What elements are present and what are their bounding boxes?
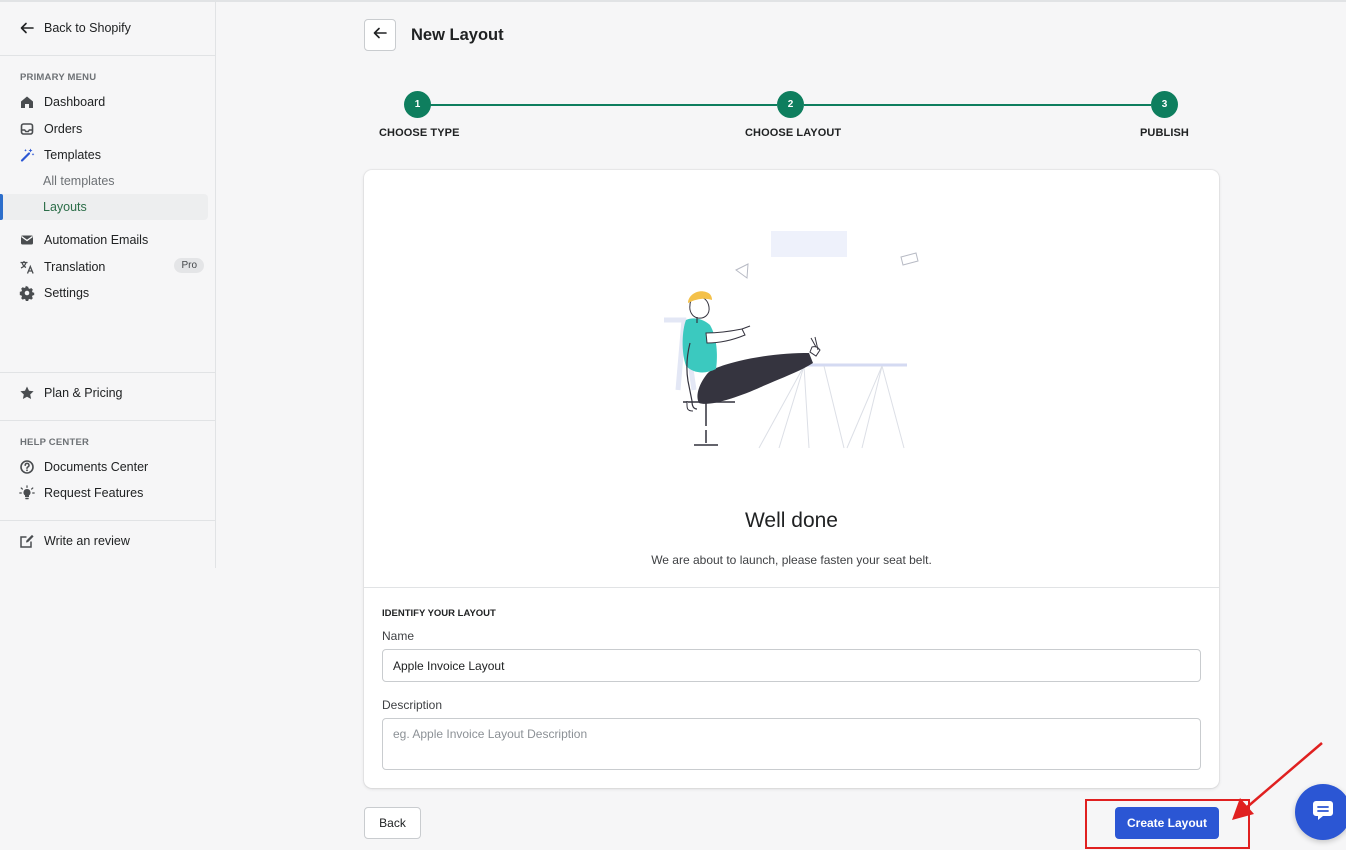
step-2-label: CHOOSE LAYOUT <box>745 127 842 139</box>
sidebar-item-templates[interactable]: Templates <box>0 142 215 168</box>
inbox-icon <box>18 120 36 138</box>
pro-badge: Pro <box>174 258 204 273</box>
back-to-shopify-label: Back to Shopify <box>44 21 131 35</box>
step-1-label: CHOOSE TYPE <box>379 127 460 139</box>
question-circle-icon <box>18 458 36 476</box>
sidebar-item-request-features[interactable]: Request Features <box>0 480 215 506</box>
arrow-left-icon <box>372 25 388 46</box>
sidebar-item-label: Documents Center <box>44 460 149 474</box>
sidebar-item-label: Dashboard <box>44 95 106 109</box>
envelope-icon <box>18 231 36 249</box>
arrow-left-icon <box>18 19 36 37</box>
description-label: Description <box>382 698 443 712</box>
name-label: Name <box>382 629 415 643</box>
sidebar-item-label: Layouts <box>43 200 87 214</box>
sidebar: Back to Shopify PRIMARY MENU Dashboard O… <box>0 2 216 568</box>
write-review-label: Write an review <box>44 534 130 548</box>
sidebar-item-label: Orders <box>44 122 83 136</box>
chat-button[interactable] <box>1295 784 1346 840</box>
sidebar-item-label: Automation Emails <box>44 233 149 247</box>
identify-layout-heading: IDENTIFY YOUR LAYOUT <box>382 608 496 619</box>
lightbulb-icon <box>18 484 36 502</box>
sidebar-item-translation[interactable]: Translation Pro <box>0 254 215 280</box>
chat-icon <box>1311 799 1335 826</box>
well-done-heading: Well done <box>744 509 838 532</box>
step-3-dot: 3 <box>1151 91 1178 118</box>
sidebar-item-label: All templates <box>43 174 115 188</box>
sidebar-divider <box>0 55 215 56</box>
write-review-link[interactable]: Write an review <box>0 528 215 554</box>
magic-wand-icon <box>18 146 36 164</box>
sidebar-item-label: Templates <box>44 148 101 162</box>
star-icon <box>18 384 36 402</box>
sidebar-item-plan-pricing[interactable]: Plan & Pricing <box>0 380 215 406</box>
sidebar-divider <box>0 520 215 521</box>
sidebar-item-all-templates[interactable]: All templates <box>0 168 215 194</box>
page-title: New Layout <box>411 26 504 44</box>
sidebar-item-automation-emails[interactable]: Automation Emails <box>0 227 215 253</box>
stepper-line <box>804 104 1151 106</box>
sidebar-item-settings[interactable]: Settings <box>0 280 215 306</box>
description-input[interactable]: eg. Apple Invoice Layout Description <box>382 718 1201 770</box>
stepper-line <box>430 104 777 106</box>
sidebar-item-label: Plan & Pricing <box>44 386 123 400</box>
back-to-shopify-link[interactable]: Back to Shopify <box>0 15 215 41</box>
step-2-dot: 2 <box>777 91 804 118</box>
primary-menu-heading: PRIMARY MENU <box>20 72 97 83</box>
sidebar-divider <box>0 372 215 373</box>
header-back-button[interactable] <box>364 19 396 51</box>
sidebar-divider <box>0 420 215 421</box>
help-center-heading: HELP CENTER <box>20 437 90 448</box>
translate-icon <box>18 258 36 276</box>
sidebar-item-documents-center[interactable]: Documents Center <box>0 454 215 480</box>
layout-card: Well done We are about to launch, please… <box>364 170 1219 788</box>
back-button[interactable]: Back <box>364 807 421 839</box>
edit-icon <box>18 532 36 550</box>
step-3-label: PUBLISH <box>1140 127 1189 139</box>
home-icon <box>18 93 36 111</box>
sidebar-item-label: Settings <box>44 286 90 300</box>
step-1-dot: 1 <box>404 91 431 118</box>
launch-subtext: We are about to launch, please fasten yo… <box>651 553 932 567</box>
sidebar-item-layouts[interactable]: Layouts <box>0 194 208 220</box>
gear-icon <box>18 284 36 302</box>
sidebar-item-dashboard[interactable]: Dashboard <box>0 89 215 115</box>
card-divider <box>364 587 1219 588</box>
sidebar-item-label: Translation <box>44 260 106 274</box>
person-sitting-illustration <box>664 231 919 449</box>
sidebar-item-label: Request Features <box>44 486 144 500</box>
sidebar-item-orders[interactable]: Orders <box>0 116 215 142</box>
name-input[interactable]: Apple Invoice Layout <box>382 649 1201 682</box>
